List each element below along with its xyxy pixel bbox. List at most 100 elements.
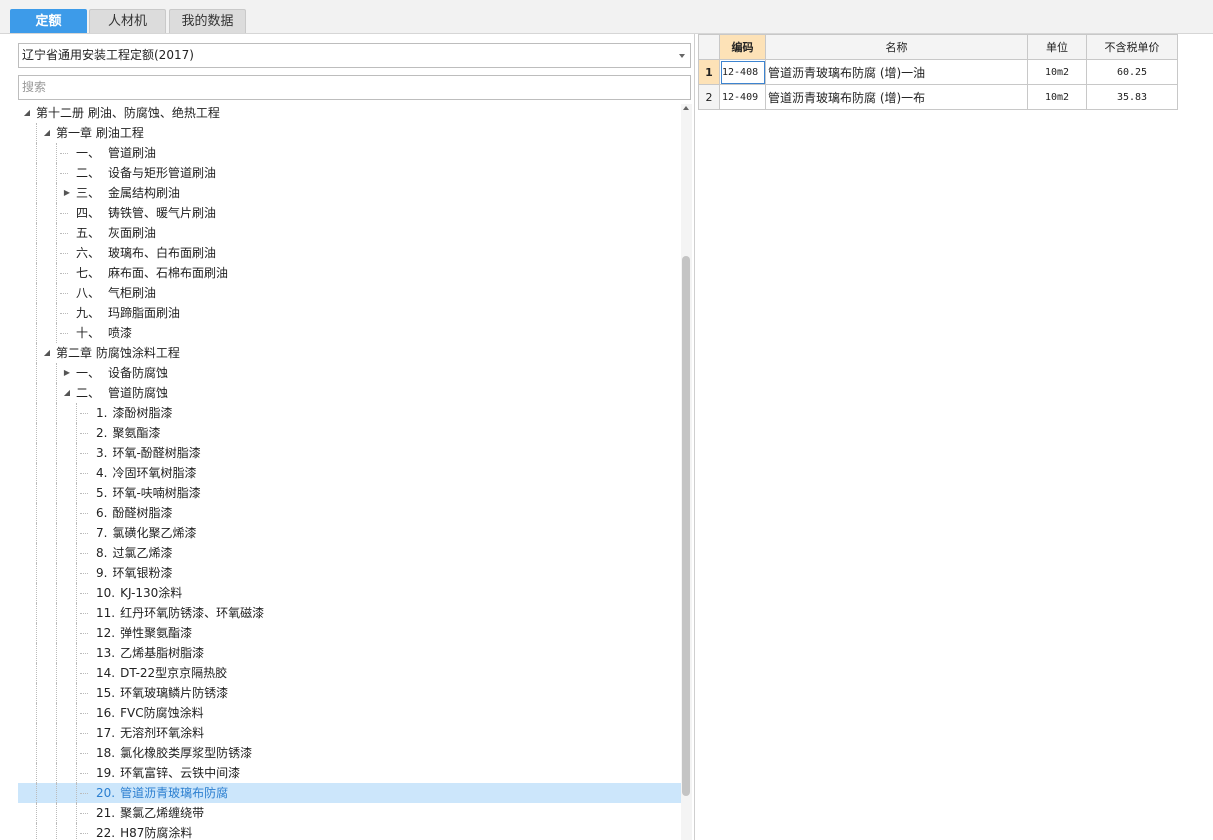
tree-scrollbar[interactable] [681,104,692,840]
cell-price[interactable]: 60.25 [1086,59,1178,85]
tree-node[interactable]: 八、 气柜刷油 [18,283,682,303]
tree-node-text: 喷漆 [108,326,133,340]
tree-node[interactable]: 一、 管道刷油 [18,143,682,163]
tree-node[interactable]: 12. 弹性聚氨酯漆 [18,623,682,643]
tree-node[interactable]: ▶ 一、 设备防腐蚀 [18,363,682,383]
expand-toggle-icon[interactable]: ▶ [62,183,72,203]
tree-guide-line [76,583,77,603]
tree-node-text: 第一章 刷油工程 [56,126,144,140]
tree-node[interactable]: 六、 玻璃布、白布面刷油 [18,243,682,263]
cell-price[interactable]: 35.83 [1086,84,1178,110]
tree-guide-line [36,663,37,683]
tree-node[interactable]: 20. 管道沥青玻璃布防腐 [18,783,682,803]
cell-name[interactable]: 管道沥青玻璃布防腐 (增)一油 [765,59,1028,85]
tree-node[interactable]: 16. FVC防腐蚀涂料 [18,703,682,723]
tree-node[interactable]: 10. KJ-130涂料 [18,583,682,603]
tree-node[interactable]: 11. 红丹环氧防锈漆、环氧磁漆 [18,603,682,623]
tree-node-number: 九、 [76,306,101,320]
column-header-name[interactable]: 名称 [765,34,1028,60]
tree-node[interactable]: 22. H87防腐涂料 [18,823,682,840]
collapse-toggle-icon[interactable]: ◢ [42,343,52,363]
tree-node[interactable]: 15. 环氧玻璃鳞片防锈漆 [18,683,682,703]
tree-node-number: 七、 [76,266,101,280]
tree-node[interactable]: 四、 铸铁管、暖气片刷油 [18,203,682,223]
tree-node[interactable]: 18. 氯化橡胶类厚浆型防锈漆 [18,743,682,763]
tree-node[interactable]: ◢ 第一章 刷油工程 [18,123,682,143]
tree-node[interactable]: 14. DT-22型京京隔热胶 [18,663,682,683]
cell-unit[interactable]: 10m2 [1027,84,1087,110]
tree-guide-line [36,723,37,743]
tree-guide-line [36,823,37,840]
tree-guide-line [36,643,37,663]
tree-guide-line [56,323,57,343]
tree-guide-line [56,163,57,183]
column-header-unit[interactable]: 单位 [1027,34,1087,60]
tree-connector [80,713,88,714]
library-select[interactable]: 辽宁省通用安装工程定额(2017) [18,43,691,68]
tree-guide-line [56,683,57,703]
tree-node[interactable]: 十、 喷漆 [18,323,682,343]
tree-node-number: 一、 [76,366,101,380]
tree-node-number: 17. [96,726,116,740]
collapse-toggle-icon[interactable]: ◢ [62,383,72,403]
tree-node-number: 7. [96,526,108,540]
tree-node[interactable]: 4. 冷固环氧树脂漆 [18,463,682,483]
cell-code[interactable]: 12-409 [719,84,766,110]
tree-guide-line [36,503,37,523]
tree-node-text: 铸铁管、暖气片刷油 [108,206,217,220]
chevron-down-icon[interactable] [679,54,685,58]
tab-labor-material-machine[interactable]: 人材机 [89,9,166,33]
expand-toggle-icon[interactable]: ▶ [62,363,72,383]
tree-node[interactable]: 3. 环氧-酚醛树脂漆 [18,443,682,463]
row-number[interactable]: 2 [698,84,720,110]
collapse-toggle-icon[interactable]: ◢ [22,103,32,123]
tree-guide-line [56,443,57,463]
collapse-toggle-icon[interactable]: ◢ [42,123,52,143]
tree-guide-line [56,623,57,643]
tree-node-text: 管道沥青玻璃布防腐 [120,786,229,800]
tree-node[interactable]: 19. 环氧富锌、云铁中间漆 [18,763,682,783]
grid-corner[interactable] [698,34,720,60]
tree-node[interactable]: 5. 环氧-呋喃树脂漆 [18,483,682,503]
tree-node[interactable]: 二、 设备与矩形管道刷油 [18,163,682,183]
tree-node[interactable]: 13. 乙烯基脂树脂漆 [18,643,682,663]
tree-node[interactable]: 五、 灰面刷油 [18,223,682,243]
tree-node[interactable]: 1. 漆酚树脂漆 [18,403,682,423]
cell-unit[interactable]: 10m2 [1027,59,1087,85]
tree-connector [60,293,68,294]
scrollbar-thumb[interactable] [682,256,690,796]
tree-connector [80,413,88,414]
tree-guide-line [76,603,77,623]
tree-node-number: 22. [96,826,116,840]
table-row[interactable]: 2 12-409 管道沥青玻璃布防腐 (增)一布 10m2 35.83 [698,84,1178,110]
tree-node[interactable]: ▶ 三、 金属结构刷油 [18,183,682,203]
cell-code[interactable]: 12-408 [719,59,766,85]
tree-node[interactable]: ◢ 二、 管道防腐蚀 [18,383,682,403]
tab-my-data[interactable]: 我的数据 [169,9,246,33]
tree-node[interactable]: 七、 麻布面、石棉布面刷油 [18,263,682,283]
row-number[interactable]: 1 [698,59,720,85]
tree-node[interactable]: 2. 聚氨酯漆 [18,423,682,443]
tab-quota[interactable]: 定额 [10,9,87,33]
tree-node[interactable]: 九、 玛蹄脂面刷油 [18,303,682,323]
column-header-price[interactable]: 不含税单价 [1086,34,1178,60]
tree-guide-line [36,143,37,163]
table-row[interactable]: 1 12-408 管道沥青玻璃布防腐 (增)一油 10m2 60.25 [698,59,1178,85]
tree-node[interactable]: 8. 过氯乙烯漆 [18,543,682,563]
tree-node[interactable]: 9. 环氧银粉漆 [18,563,682,583]
column-header-code[interactable]: 编码 [719,34,766,60]
tree-node-number: 12. [96,626,116,640]
tree-node[interactable]: 6. 酚醛树脂漆 [18,503,682,523]
tree-node[interactable]: 21. 聚氯乙烯缠绕带 [18,803,682,823]
tree-connector [60,153,68,154]
tree-node-number: 3. [96,446,108,460]
tree-node[interactable]: ◢ 第二章 防腐蚀涂料工程 [18,343,682,363]
tree-guide-line [76,663,77,683]
cell-name[interactable]: 管道沥青玻璃布防腐 (增)一布 [765,84,1028,110]
tree-node[interactable]: 17. 无溶剂环氧涂料 [18,723,682,743]
tree-node[interactable]: 7. 氯磺化聚乙烯漆 [18,523,682,543]
search-input[interactable]: 搜索 [18,75,691,100]
scroll-up-icon[interactable] [683,106,689,110]
tree-node-label: 四、 铸铁管、暖气片刷油 [76,203,216,223]
tree-node[interactable]: ◢ 第十二册 刷油、防腐蚀、绝热工程 [18,103,682,123]
